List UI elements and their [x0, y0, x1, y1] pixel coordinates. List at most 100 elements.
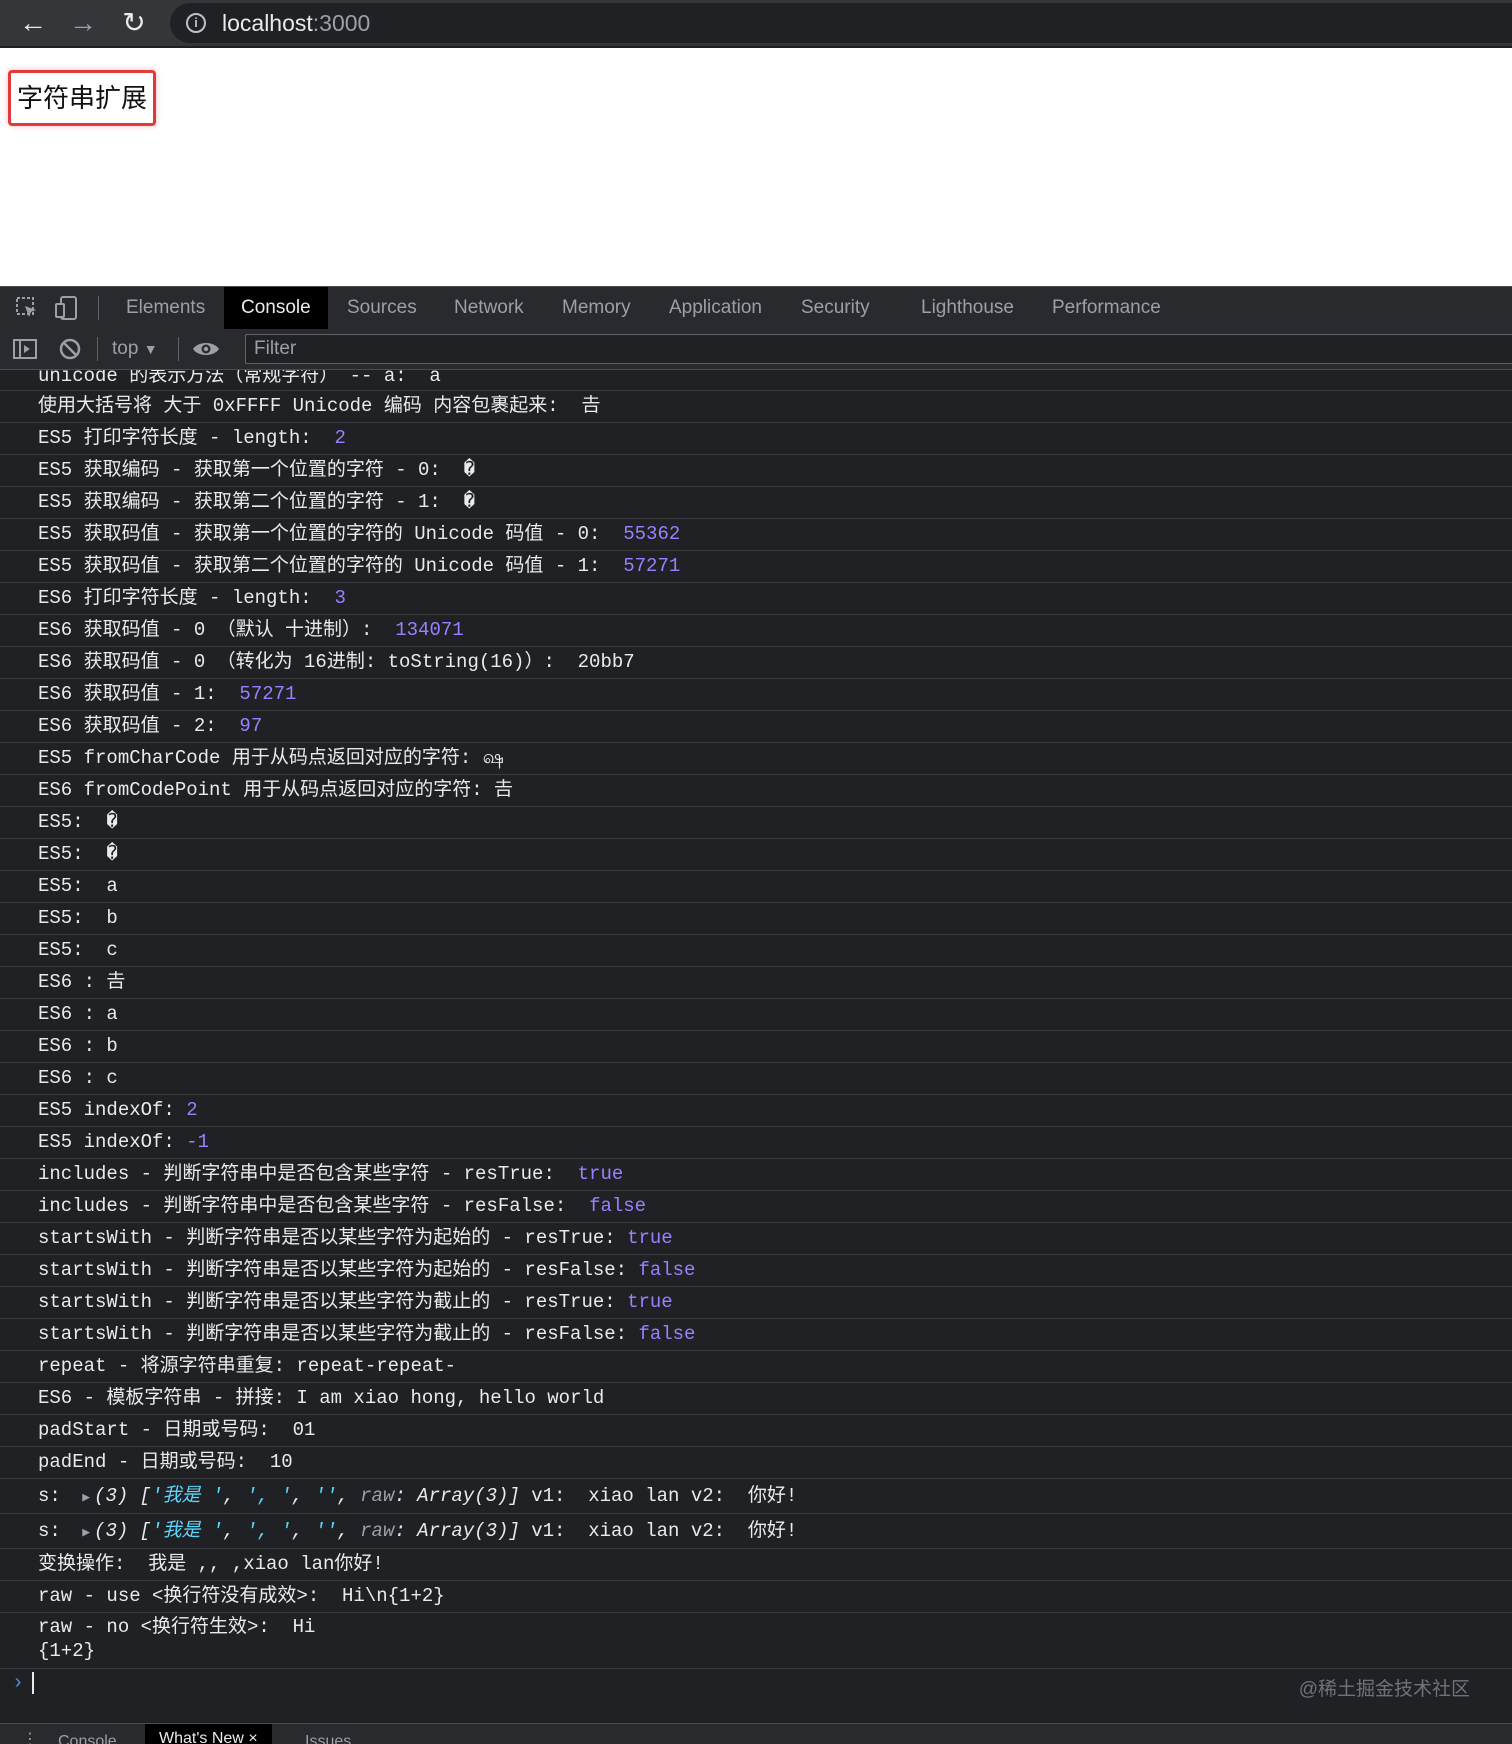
drawer-tab-issues[interactable]: Issues	[305, 1733, 351, 1744]
console-message: ES5: a	[0, 871, 1512, 903]
message-text: ES6 :	[38, 1035, 107, 1057]
message-text: v1: xiao lan v2: 你好!	[519, 1485, 798, 1507]
message-value: 10	[269, 1451, 293, 1473]
console-message: ES6 获取码值 - 0 （转化为 16进制: toString(16)）: 2…	[0, 647, 1512, 679]
array-comma: ,	[223, 1485, 247, 1507]
drawer-tab-console[interactable]: Console	[58, 1733, 117, 1744]
console-output: unicode 的表示方法（常规字符） -- a: a 使用大括号将 大于 0x…	[0, 370, 1512, 1700]
console-message: raw - use <换行符没有成效>: Hi\n{1+2}	[0, 1581, 1512, 1613]
inspect-element-icon[interactable]	[14, 295, 40, 321]
message-value: 2	[186, 1099, 198, 1121]
dropdown-arrow-icon: ▼	[143, 341, 158, 357]
message-value: false	[638, 1323, 696, 1345]
message-value: I am xiao hong, hello world	[296, 1387, 605, 1409]
tab-application[interactable]: Application	[669, 287, 762, 329]
message-text: ES5 indexOf:	[38, 1099, 187, 1121]
array-bracket: ]	[508, 1520, 520, 1542]
message-text: ES6 获取码值 - 0 （转化为 16进制: toString(16)）:	[38, 651, 578, 673]
message-text: ES5 获取编码 - 获取第一个位置的字符 - 0:	[38, 459, 464, 481]
message-text: ES5 indexOf:	[38, 1131, 187, 1153]
message-text: padStart - 日期或号码:	[38, 1419, 293, 1441]
console-message: ES6 : b	[0, 1031, 1512, 1063]
message-text: ES6 打印字符长度 - length:	[38, 587, 335, 609]
console-message: padEnd - 日期或号码: 10	[0, 1447, 1512, 1479]
message-value: 97	[239, 715, 263, 737]
console-message: ES5: �	[0, 839, 1512, 871]
console-message: ES5 indexOf: 2	[0, 1095, 1512, 1127]
message-value: c	[106, 939, 118, 961]
array-comma: ,	[337, 1520, 361, 1542]
back-arrow-icon[interactable]: ←	[14, 4, 52, 42]
message-value: -1	[186, 1131, 210, 1153]
message-label: s:	[38, 1485, 73, 1507]
tab-lighthouse[interactable]: Lighthouse	[921, 287, 1014, 329]
page-viewport: 字符串扩展	[0, 48, 1512, 286]
console-message: includes - 判断字符串中是否包含某些字符 - resTrue: tru…	[0, 1159, 1512, 1191]
address-bar[interactable]: i localhost:3000	[170, 3, 1512, 43]
sidebar-toggle-icon[interactable]	[12, 336, 38, 362]
message-value: b	[106, 907, 118, 929]
tab-performance[interactable]: Performance	[1052, 287, 1161, 329]
url-text[interactable]: localhost:3000	[222, 10, 370, 36]
message-value: �	[463, 491, 476, 513]
console-prompt[interactable]: ›	[0, 1669, 1512, 1700]
device-toolbar-icon[interactable]	[54, 295, 80, 321]
tab-console[interactable]: Console	[224, 287, 328, 329]
text-cursor	[32, 1671, 35, 1694]
message-text: ES6 获取码值 - 0 （默认 十进制）:	[38, 619, 396, 641]
info-icon[interactable]: i	[186, 13, 206, 33]
message-text: ES5:	[38, 843, 107, 865]
message-text: startsWith - 判断字符串是否以某些字符为截止的 - resTrue:	[38, 1291, 628, 1313]
message-value: ஷ	[482, 747, 504, 769]
message-value: true	[627, 1291, 673, 1313]
eye-icon[interactable]	[191, 336, 221, 362]
expand-triangle-icon[interactable]: ▶	[82, 1525, 90, 1540]
message-text: ES5:	[38, 907, 107, 929]
console-message: includes - 判断字符串中是否包含某些字符 - resFalse: fa…	[0, 1191, 1512, 1223]
forward-arrow-icon[interactable]: →	[64, 4, 102, 42]
console-message: ES6 获取码值 - 1: 57271	[0, 679, 1512, 711]
console-message: padStart - 日期或号码: 01	[0, 1415, 1512, 1447]
expand-triangle-icon[interactable]: ▶	[82, 1490, 90, 1505]
more-menu-icon[interactable]: ⋮	[22, 1729, 38, 1744]
array-comma: ,	[291, 1485, 315, 1507]
console-message: unicode 的表示方法（常规字符） -- a: a	[0, 370, 1512, 391]
console-message: ES5 获取码值 - 获取第一个位置的字符的 Unicode 码值 - 0: 5…	[0, 519, 1512, 551]
message-text: ES5 获取码值 - 获取第一个位置的字符的 Unicode 码值 - 0:	[38, 523, 624, 545]
tab-security[interactable]: Security	[801, 287, 870, 329]
page-heading: 字符串扩展	[8, 70, 157, 126]
message-text: includes - 判断字符串中是否包含某些字符 - resTrue:	[38, 1163, 578, 1185]
browser-toolbar: ← → ↻ i localhost:3000	[0, 0, 1512, 48]
message-value: false	[638, 1259, 696, 1281]
array-length: (3)	[94, 1485, 129, 1507]
close-icon[interactable]: ×	[248, 1730, 257, 1744]
console-object-message: s: ▶ (3) ['我是 ', ', ', '', raw: Array(3)]…	[0, 1514, 1512, 1549]
console-object-message: s: ▶ (3) ['我是 ', ', ', '', raw: Array(3)]…	[0, 1479, 1512, 1514]
message-value: 3	[334, 587, 346, 609]
tab-network[interactable]: Network	[454, 287, 524, 329]
array-raw-value: : Array(3)	[394, 1485, 509, 1507]
message-text: ES6 - 模板字符串 - 拼接:	[38, 1387, 297, 1409]
message-text: startsWith - 判断字符串是否以某些字符为起始的 - resTrue:	[38, 1227, 628, 1249]
message-text: v1: xiao lan v2: 你好!	[519, 1520, 798, 1542]
message-text: ES5 fromCharCode 用于从码点返回对应的字符:	[38, 747, 483, 769]
separator	[98, 296, 99, 320]
console-message: ES6 获取码值 - 2: 97	[0, 711, 1512, 743]
message-value: true	[627, 1227, 673, 1249]
message-value: 57271	[623, 555, 681, 577]
array-string: ', '	[246, 1485, 292, 1507]
tab-elements[interactable]: Elements	[126, 287, 205, 329]
filter-input[interactable]	[245, 334, 1512, 364]
tab-memory[interactable]: Memory	[562, 287, 631, 329]
clear-console-icon[interactable]	[57, 336, 83, 362]
tab-sources[interactable]: Sources	[347, 287, 417, 329]
message-value: 57271	[239, 683, 297, 705]
message-value: 𠮷	[494, 779, 514, 801]
context-selector[interactable]: top ▼	[112, 335, 158, 363]
drawer-tab-whats-new[interactable]: What's New ×	[145, 1724, 272, 1744]
array-comma: ,	[291, 1520, 315, 1542]
reload-icon[interactable]: ↻	[115, 4, 153, 42]
array-raw-value: : Array(3)	[394, 1520, 509, 1542]
console-message: ES5 fromCharCode 用于从码点返回对应的字符: ஷ	[0, 743, 1512, 775]
console-message: ES5 打印字符长度 - length: 2	[0, 423, 1512, 455]
